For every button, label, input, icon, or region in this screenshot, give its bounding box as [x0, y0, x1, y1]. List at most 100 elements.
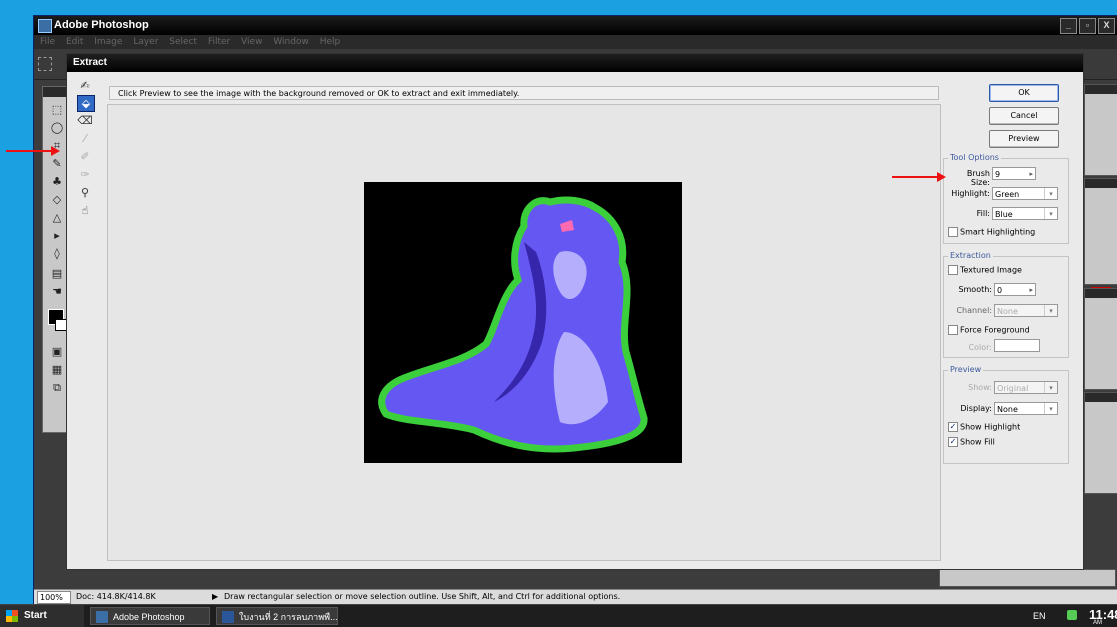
highlight-value: Green: [995, 190, 1020, 199]
lasso-icon[interactable]: ◯: [49, 121, 65, 135]
layers-panel: [1084, 392, 1117, 494]
preview-canvas[interactable]: [107, 104, 941, 561]
dialog-title: Extract: [67, 54, 1083, 72]
chevron-down-icon[interactable]: ▾: [1044, 382, 1057, 393]
start-button[interactable]: Start: [0, 605, 84, 627]
force-foreground-checkbox[interactable]: Force Foreground: [948, 325, 1030, 335]
marquee-tool-icon[interactable]: [38, 57, 52, 71]
cancel-button[interactable]: Cancel: [989, 107, 1059, 125]
minimize-button[interactable]: _: [1060, 18, 1077, 34]
notes-icon[interactable]: ▤: [49, 267, 65, 281]
brush-size-field[interactable]: 9 ▸: [992, 167, 1036, 180]
history-panel: [1084, 288, 1117, 390]
menu-image[interactable]: Image: [94, 37, 122, 47]
tool-options-title: Tool Options: [948, 153, 1001, 162]
hand-icon[interactable]: ☚: [49, 285, 65, 299]
fill-tool-icon[interactable]: ⬙: [77, 95, 95, 112]
fill-value: Blue: [995, 210, 1013, 219]
chevron-down-icon[interactable]: ▾: [1044, 403, 1057, 414]
zoom-icon[interactable]: ⚲: [77, 185, 93, 200]
color-label: Color:: [968, 343, 992, 352]
windows-logo-icon: [6, 610, 18, 622]
show-fill-checkbox[interactable]: ✓ Show Fill: [948, 437, 995, 447]
preview-title: Preview: [948, 365, 984, 374]
layers-panel-footer: [939, 569, 1116, 587]
eraser-tool-icon[interactable]: ⌫: [77, 113, 93, 128]
menu-filter[interactable]: Filter: [208, 37, 230, 47]
brush-size-slider-icon[interactable]: ▸: [1029, 168, 1033, 181]
quick-mask-icon[interactable]: ▣: [49, 345, 65, 359]
title-bar: Adobe Photoshop _ ▫ X: [34, 16, 1117, 35]
fill-label: Fill:: [976, 209, 990, 218]
edge-highlighter-icon[interactable]: ✍: [77, 78, 93, 93]
hand-tool-icon[interactable]: ☝: [77, 203, 93, 218]
menu-select[interactable]: Select: [169, 37, 197, 47]
task-word-label: ใบงานที่ 2 การลบภาพพื...: [239, 612, 338, 622]
clock-ampm: AM: [1093, 620, 1102, 626]
smooth-slider-icon[interactable]: ▸: [1029, 284, 1033, 297]
show-select[interactable]: Original ▾: [994, 381, 1058, 394]
task-word-document[interactable]: ใบงานที่ 2 การลบภาพพื...: [216, 607, 338, 625]
close-button[interactable]: X: [1098, 18, 1115, 34]
extraction-group: Extraction Textured Image Smooth: 0 ▸ Cha…: [943, 251, 1069, 358]
taskbar: Start Adobe Photoshop ใบงานที่ 2 การลบภา…: [0, 604, 1117, 627]
status-hint: Draw rectangular selection or move selec…: [224, 592, 621, 601]
menu-layer[interactable]: Layer: [133, 37, 158, 47]
jump-to-imageready-icon[interactable]: ⧉: [49, 381, 65, 395]
display-select[interactable]: None ▾: [994, 402, 1058, 415]
smooth-value: 0: [997, 286, 1003, 295]
language-indicator[interactable]: EN: [1033, 611, 1046, 621]
smart-highlighting-checkbox[interactable]: Smart Highlighting: [948, 227, 1035, 237]
channel-label: Channel:: [956, 306, 992, 315]
rect-marquee-icon[interactable]: ⬚: [49, 103, 65, 117]
chevron-down-icon[interactable]: ▾: [1044, 188, 1057, 199]
highlight-label: Highlight:: [951, 189, 990, 198]
network-icon[interactable]: [1067, 610, 1077, 620]
chevron-down-icon[interactable]: ▾: [1044, 305, 1057, 316]
display-label: Display:: [960, 404, 992, 413]
edge-touchup-icon[interactable]: ✑: [77, 167, 93, 182]
preview-button[interactable]: Preview: [989, 130, 1059, 148]
eyedropper-icon[interactable]: ⁄: [77, 131, 93, 146]
zoom-field[interactable]: 100%: [37, 591, 71, 604]
screen-mode-icon[interactable]: ▦: [49, 363, 65, 377]
highlight-select[interactable]: Green ▾: [992, 187, 1058, 200]
smart-highlighting-label: Smart Highlighting: [960, 227, 1036, 237]
menu-edit[interactable]: Edit: [66, 37, 83, 47]
show-fill-label: Show Fill: [960, 437, 995, 447]
channel-value: None: [997, 307, 1018, 316]
chevron-down-icon[interactable]: ▾: [1044, 208, 1057, 219]
ok-button[interactable]: OK: [989, 84, 1059, 102]
display-value: None: [997, 405, 1018, 414]
status-menu-icon[interactable]: ▶: [212, 592, 218, 601]
healing-brush-icon[interactable]: ✎: [49, 157, 65, 171]
eraser-icon[interactable]: ◇: [49, 193, 65, 207]
brush-size-label: Brush Size:: [966, 169, 990, 187]
pen-icon[interactable]: ◊: [49, 247, 65, 261]
smooth-label: Smooth:: [958, 285, 992, 294]
textured-image-checkbox[interactable]: Textured Image: [948, 265, 1022, 275]
preview-group: Preview Show: Original ▾ Display: None ▾ ✓…: [943, 365, 1069, 464]
restore-button[interactable]: ▫: [1079, 18, 1096, 34]
cleanup-tool-icon[interactable]: ✐: [77, 149, 93, 164]
annotation-arrow-right: [892, 172, 946, 182]
menu-file[interactable]: File: [40, 37, 55, 47]
clone-stamp-icon[interactable]: ♣: [49, 175, 65, 189]
channel-select[interactable]: None ▾: [994, 304, 1058, 317]
menu-window[interactable]: Window: [273, 37, 309, 47]
smooth-field[interactable]: 0 ▸: [994, 283, 1036, 296]
window-title: Adobe Photoshop: [54, 19, 149, 31]
word-task-icon: [222, 611, 234, 623]
menu-help[interactable]: Help: [320, 37, 341, 47]
blur-icon[interactable]: △: [49, 211, 65, 225]
path-selection-icon[interactable]: ▸: [49, 229, 65, 243]
show-highlight-checkbox[interactable]: ✓ Show Highlight: [948, 422, 1020, 432]
menu-view[interactable]: View: [241, 37, 262, 47]
color-swatch-field[interactable]: [994, 339, 1040, 352]
fill-select[interactable]: Blue ▾: [992, 207, 1058, 220]
task-photoshop[interactable]: Adobe Photoshop: [90, 607, 210, 625]
textured-image-label: Textured Image: [960, 265, 1022, 275]
tool-options-group: Tool Options Brush Size: 9 ▸ Highlight: G…: [943, 153, 1069, 244]
image-preview[interactable]: [364, 182, 682, 463]
show-value: Original: [997, 384, 1029, 393]
